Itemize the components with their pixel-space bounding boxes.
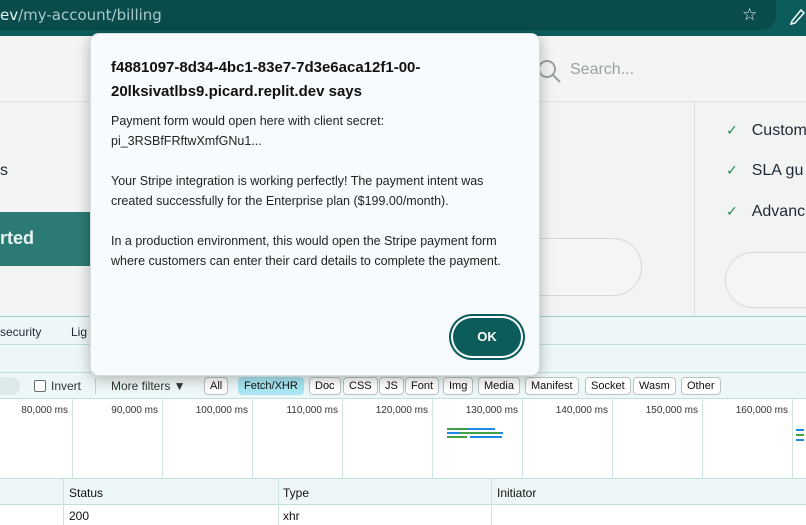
filter-input[interactable]	[0, 377, 20, 395]
filter-chip-css[interactable]: CSS	[343, 377, 378, 395]
feature-item-3: ✓ Advanc	[726, 203, 806, 220]
divider	[95, 378, 96, 394]
check-icon: ✓	[726, 122, 738, 138]
address-bar[interactable]: ev/my-account/billing ☆	[0, 0, 776, 30]
feature-item-2: ✓ SLA gu	[726, 162, 804, 179]
filter-chip-all[interactable]: All	[204, 377, 229, 395]
timeline-tick-label: 160,000 ms	[735, 405, 788, 416]
timeline-tick-label: 130,000 ms	[465, 405, 518, 416]
divider	[694, 102, 695, 316]
column-header-status[interactable]: Status	[69, 486, 103, 500]
network-timeline[interactable]: 80,000 ms 90,000 ms 100,000 ms 110,000 ms 12…	[0, 399, 806, 479]
timeline-gridline	[612, 399, 613, 479]
plan-card-button[interactable]	[536, 238, 642, 296]
table-row[interactable]: 200 xhr	[0, 505, 806, 525]
check-icon: ✓	[726, 162, 738, 178]
url-path: /my-account/billing	[18, 6, 162, 24]
filter-chip-font[interactable]: Font	[405, 377, 440, 395]
filter-chip-socket[interactable]: Socket	[585, 377, 631, 395]
filter-chip-js[interactable]: JS	[379, 377, 404, 395]
left-feature-text: s	[0, 162, 8, 179]
filter-chip-doc[interactable]: Doc	[309, 377, 341, 395]
timeline-tick-label: 100,000 ms	[195, 405, 248, 416]
tab-lighthouse[interactable]: Lig	[71, 325, 87, 339]
more-filters-dropdown[interactable]: More filters ▼	[111, 379, 186, 393]
request-waterfall-bar	[796, 439, 804, 441]
timeline-gridline	[702, 399, 703, 479]
filter-chip-fetch-xhr[interactable]: Fetch/XHR	[238, 377, 304, 395]
alert-dialog: f4881097-8d34-4bc1-83e7-7d3e6aca12f1-00-…	[90, 33, 540, 376]
plan-card-button-right[interactable]	[725, 252, 806, 308]
timeline-gridline	[792, 399, 793, 479]
column-header-initiator[interactable]: Initiator	[497, 486, 536, 500]
invert-label: Invert	[51, 379, 82, 393]
timeline-gridline	[72, 399, 73, 479]
network-table-header: Status Type Initiator	[0, 479, 806, 505]
url-host-fragment: ev	[0, 6, 19, 24]
dialog-message-line: Your Stripe integration is working perfe…	[111, 174, 484, 208]
network-filter-bar: Invert More filters ▼ All Fetch/XHR Doc CSS…	[0, 373, 806, 399]
filter-chip-other[interactable]: Other	[681, 377, 721, 395]
request-waterfall-bar	[467, 428, 495, 430]
filter-chip-wasm[interactable]: Wasm	[633, 377, 676, 395]
column-divider[interactable]	[63, 479, 64, 525]
timeline-gridline	[342, 399, 343, 479]
dialog-message-line: In a production environment, this would …	[111, 234, 501, 268]
column-divider[interactable]	[491, 479, 492, 525]
filter-chip-media[interactable]: Media	[478, 377, 520, 395]
feature-item-1: ✓ Custom	[726, 122, 806, 139]
ok-button[interactable]: OK	[453, 318, 521, 356]
column-divider[interactable]	[278, 479, 279, 525]
timeline-tick-label: 120,000 ms	[375, 405, 428, 416]
request-waterfall-bar	[447, 436, 467, 438]
timeline-gridline	[252, 399, 253, 479]
dialog-message-line: Payment form would open here with client…	[111, 114, 385, 148]
get-started-button[interactable]: rted	[0, 212, 100, 266]
request-waterfall-bar	[796, 434, 804, 436]
timeline-gridline	[162, 399, 163, 479]
get-started-label: rted	[0, 228, 35, 248]
timeline-gridline	[522, 399, 523, 479]
request-waterfall-bar	[460, 432, 500, 434]
request-waterfall-bar	[470, 436, 502, 438]
timeline-tick-label: 90,000 ms	[111, 405, 158, 416]
request-waterfall-bar	[796, 429, 804, 431]
dialog-title: f4881097-8d34-4bc1-83e7-7d3e6aca12f1-00-…	[111, 59, 421, 100]
search-input[interactable]: Search...	[570, 61, 634, 79]
timeline-gridline	[432, 399, 433, 479]
check-icon: ✓	[726, 203, 738, 219]
pen-icon[interactable]	[788, 5, 806, 25]
url-text[interactable]: ev/my-account/billing	[0, 6, 162, 24]
tab-security[interactable]: security	[0, 325, 41, 339]
timeline-tick-label: 150,000 ms	[645, 405, 698, 416]
invert-checkbox[interactable]	[34, 380, 46, 392]
timeline-tick-label: 110,000 ms	[286, 405, 338, 416]
bookmark-star-icon[interactable]: ☆	[742, 6, 757, 24]
row-type: xhr	[283, 509, 300, 523]
row-status: 200	[69, 509, 90, 523]
column-header-type[interactable]: Type	[283, 486, 309, 500]
timeline-tick-label: 140,000 ms	[555, 405, 608, 416]
dialog-message: Payment form would open here with client…	[111, 111, 511, 291]
filter-chip-img[interactable]: Img	[443, 377, 474, 395]
browser-toolbar: ev/my-account/billing ☆	[0, 0, 806, 36]
filter-chip-manifest[interactable]: Manifest	[525, 377, 579, 395]
timeline-tick-label: 80,000 ms	[21, 405, 68, 416]
